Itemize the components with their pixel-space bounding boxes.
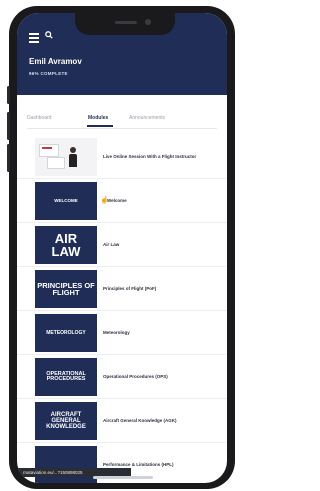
phone-volume-button [7, 112, 10, 140]
module-thumbnail: AIR LAW [35, 226, 97, 264]
tab-divider [27, 128, 217, 129]
module-title: Operational Procedures (OPS) [103, 374, 168, 379]
slide-image [47, 157, 65, 169]
phone-volume-button [7, 144, 10, 172]
tab-modules[interactable]: Modules [88, 115, 108, 121]
phone-notch [75, 13, 175, 35]
module-thumbnail: OPERATIONAL PROCEDURES [35, 358, 97, 396]
module-thumbnail-photo [35, 138, 97, 176]
phone-side-button [7, 86, 10, 104]
module-row-meteorology[interactable]: METEOROLOGY Meteorology [17, 314, 227, 355]
module-thumbnail: WELCOME [35, 182, 97, 220]
module-row-live-session[interactable]: Live Online Session With a Flight Instru… [17, 138, 227, 179]
hand-cursor-icon: ☝ [100, 197, 109, 204]
module-title: Welcome [107, 198, 127, 203]
module-thumbnail: METEOROLOGY [35, 314, 97, 352]
instructor-image [69, 147, 77, 167]
module-row-operational-procedures[interactable]: OPERATIONAL PROCEDURES Operational Proce… [17, 358, 227, 399]
module-title: Principles of Flight (PoF) [103, 286, 157, 291]
module-thumbnail: AIRCRAFT GENERAL KNOWLEDGE [35, 402, 97, 440]
module-thumbnail [35, 446, 97, 483]
phone-screen: Emil Avramov 96% COMPLETE Dashboard Modu… [17, 13, 227, 483]
user-name: Emil Avramov [29, 57, 82, 66]
tab-dashboard[interactable]: Dashboard [27, 115, 51, 121]
module-thumbnail: PRINCIPLES OF FLIGHT [35, 270, 97, 308]
hamburger-menu-icon[interactable] [29, 33, 39, 43]
module-title: Performance & Limitations (HPL) [103, 462, 174, 467]
active-tab-indicator [87, 125, 113, 127]
module-row-aircraft-general-knowledge[interactable]: AIRCRAFT GENERAL KNOWLEDGE Aircraft Gene… [17, 402, 227, 443]
completion-status: 96% COMPLETE [29, 71, 68, 76]
search-icon[interactable] [45, 31, 53, 39]
module-row-principles-of-flight[interactable]: PRINCIPLES OF FLIGHT Principles of Fligh… [17, 270, 227, 311]
speaker-grille [115, 21, 137, 24]
module-row-welcome[interactable]: WELCOME Welcome ☝ [17, 182, 227, 223]
home-indicator [93, 476, 153, 479]
module-title: Meteorology [103, 330, 130, 335]
module-title: Live Online Session With a Flight Instru… [103, 154, 197, 159]
tab-bar: Dashboard Modules Announcements [17, 115, 227, 135]
camera-icon [145, 19, 151, 25]
module-title: Air Law [103, 242, 120, 247]
module-title: Aircraft General Knowledge (AGK) [103, 418, 177, 423]
tab-announcements[interactable]: Announcements [129, 115, 165, 121]
module-row-air-law[interactable]: AIR LAW Air Law [17, 226, 227, 267]
slide-image [39, 144, 59, 157]
